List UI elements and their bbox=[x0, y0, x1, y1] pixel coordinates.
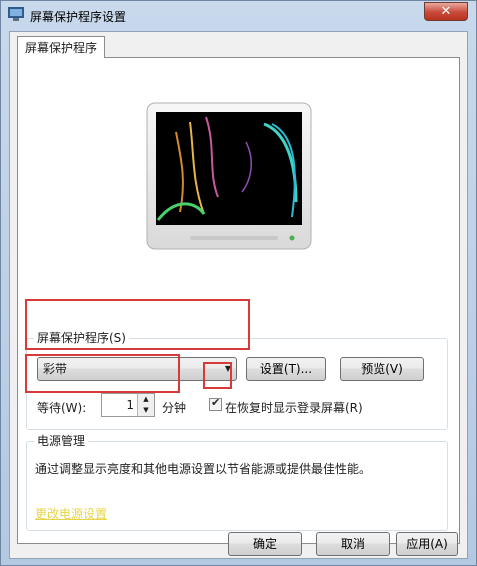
power-description: 通过调整显示亮度和其他电源设置以节省能源或提供最佳性能。 bbox=[35, 462, 372, 476]
resume-checkbox[interactable]: ✔ bbox=[209, 396, 222, 411]
close-button[interactable]: ✕ bbox=[424, 2, 468, 21]
settings-button[interactable]: 设置(T)... bbox=[246, 357, 326, 381]
wait-unit-label: 分钟 bbox=[162, 401, 187, 415]
checkmark-icon: ✔ bbox=[211, 396, 221, 409]
dropdown-arrow-icon: ▼ bbox=[224, 364, 231, 373]
screensaver-selected-value: 彩带 bbox=[43, 362, 68, 376]
wait-spinner[interactable]: 1 ▲ ▼ bbox=[101, 393, 155, 417]
wait-input[interactable]: 1 bbox=[126, 398, 134, 412]
ok-button[interactable]: 确定 bbox=[228, 532, 302, 556]
preview-button[interactable]: 预览(V) bbox=[340, 357, 424, 381]
screensaver-dropdown[interactable]: 彩带 ▼ bbox=[37, 357, 237, 381]
dialog-client-area: 屏幕保护程序 屏幕保护程序(S) 彩带 ▼ 设置(T)... 预览(V) 等待(… bbox=[9, 31, 468, 559]
app-icon bbox=[8, 7, 24, 21]
power-group: 电源管理 通过调整显示亮度和其他电源设置以节省能源或提供最佳性能。 更改电源设置 bbox=[26, 434, 448, 531]
tab-screensaver[interactable]: 屏幕保护程序 bbox=[17, 36, 106, 58]
window-title: 屏幕保护程序设置 bbox=[30, 10, 127, 24]
wait-label: 等待(W): bbox=[37, 401, 87, 415]
spin-down-icon[interactable]: ▼ bbox=[137, 405, 154, 416]
screensaver-group-label: 屏幕保护程序(S) bbox=[34, 331, 129, 345]
resume-label[interactable]: 在恢复时显示登录屏幕(R) bbox=[225, 399, 363, 416]
change-power-settings-link[interactable]: 更改电源设置 bbox=[35, 505, 107, 522]
cancel-button[interactable]: 取消 bbox=[316, 532, 390, 556]
power-group-label: 电源管理 bbox=[34, 434, 89, 448]
screensaver-settings-window: 屏幕保护程序设置 ✕ 屏幕保护程序 屏幕保护程序(S) 彩带 ▼ 设置(T)..… bbox=[0, 0, 477, 566]
screensaver-group: 屏幕保护程序(S) 彩带 ▼ 设置(T)... 预览(V) 等待(W): 1 ▲… bbox=[26, 331, 448, 430]
close-icon: ✕ bbox=[440, 4, 452, 19]
monitor-preview bbox=[146, 102, 312, 250]
apply-button[interactable]: 应用(A) bbox=[396, 532, 458, 556]
title-bar[interactable]: 屏幕保护程序设置 ✕ bbox=[1, 1, 476, 29]
tab-panel: 屏幕保护程序(S) 彩带 ▼ 设置(T)... 预览(V) 等待(W): 1 ▲… bbox=[17, 57, 460, 544]
